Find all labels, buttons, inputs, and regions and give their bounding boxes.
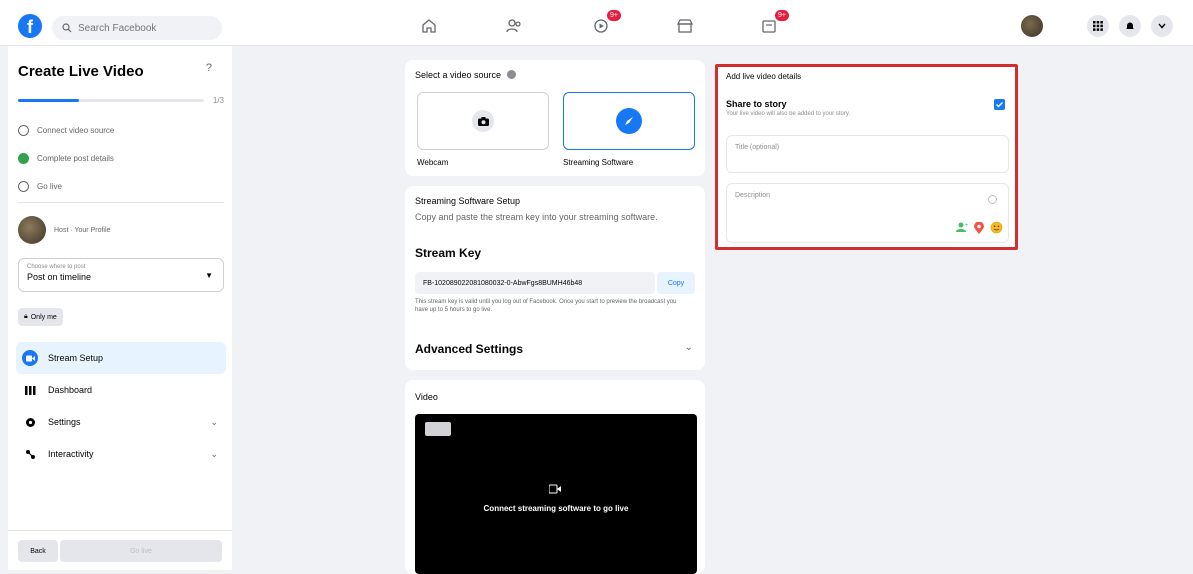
- webcam-option[interactable]: [417, 92, 549, 150]
- menu-label: Interactivity: [48, 449, 94, 459]
- lock-icon: 🔒︎: [24, 313, 28, 320]
- streaming-software-icon: [616, 108, 642, 134]
- video-preview-card: Video Connect streaming software to go l…: [405, 380, 705, 574]
- create-live-sidebar: Create Live Video ? 1/3 Connect video so…: [8, 46, 232, 570]
- stream-key-field[interactable]: FB-102089022081080032-0-AbwFgs8BUMH46b48: [415, 272, 655, 294]
- friends-icon[interactable]: [502, 14, 526, 38]
- setup-steps: Connect video source Complete post detai…: [18, 116, 114, 200]
- setup-progress-bar: [18, 99, 204, 102]
- video-source-card: Select a video source Webcam Streaming S…: [405, 60, 705, 176]
- video-title: Video: [415, 392, 438, 402]
- step-complete-post-details: Complete post details: [18, 144, 114, 172]
- sidebar-item-dashboard[interactable]: Dashboard: [16, 374, 226, 406]
- share-to-story-title: Share to story: [726, 99, 787, 109]
- sidebar-footer: Back Go live: [8, 530, 232, 570]
- streaming-setup-title: Streaming Software Setup: [415, 196, 521, 206]
- details-title: Add live video details: [726, 72, 802, 81]
- step-pending-circle-icon: [18, 180, 29, 192]
- divider: [18, 202, 224, 203]
- chevron-down-icon: ⌄: [210, 416, 218, 427]
- back-button[interactable]: Back: [18, 540, 58, 562]
- profile-name: Host · Your Profile: [54, 226, 111, 234]
- dashboard-bars-icon: [22, 382, 38, 398]
- camera-icon: [472, 110, 494, 132]
- webcam-label: Webcam: [417, 158, 449, 167]
- tag-people-icon[interactable]: +: [956, 222, 969, 236]
- search-icon: [62, 23, 72, 33]
- watch-icon[interactable]: 9+: [589, 10, 621, 38]
- sidebar-item-interactivity[interactable]: Interactivity ⌄: [16, 438, 226, 470]
- interactivity-icon: [22, 446, 38, 462]
- video-tag: [425, 422, 451, 436]
- search-box[interactable]: [52, 16, 222, 40]
- feeling-emoji-icon[interactable]: [990, 221, 1003, 237]
- step-go-live: Go live: [18, 172, 114, 200]
- description-actions: +: [956, 221, 1003, 237]
- setup-progress-fill: [18, 99, 80, 102]
- sidebar-menu: Stream Setup Dashboard Settings ⌄ Intera…: [16, 342, 226, 470]
- advanced-settings-toggle[interactable]: Advanced Settings: [415, 342, 523, 356]
- streaming-setup-description: Copy and paste the stream key into your …: [415, 212, 658, 222]
- select-label: Choose where to post: [27, 264, 86, 270]
- video-preview: Connect streaming software to go live: [415, 414, 697, 574]
- gear-icon: [22, 414, 38, 430]
- step-done-check-icon: [18, 152, 29, 164]
- video-source-title: Select a video source: [415, 70, 516, 80]
- streaming-setup-card: Streaming Software Setup Copy and paste …: [405, 186, 705, 370]
- notifications-bell-icon[interactable]: [1119, 15, 1141, 37]
- caret-down-icon: ▼: [205, 271, 213, 280]
- stream-key-note: This stream key is valid until you log o…: [415, 299, 677, 313]
- stream-key-title: Stream Key: [415, 246, 482, 260]
- menu-label: Stream Setup: [48, 353, 104, 363]
- pages-badge: 9+: [775, 10, 789, 21]
- progress-label: 1/3: [212, 96, 224, 105]
- step-label: Go live: [37, 181, 62, 191]
- profile-avatar[interactable]: [1021, 15, 1043, 37]
- connect-software-message: Connect streaming software to go live: [483, 504, 629, 513]
- step-label: Complete post details: [37, 153, 114, 163]
- video-camera-icon: [22, 350, 38, 366]
- page-title: Create Live Video: [18, 63, 144, 80]
- help-icon[interactable]: ?: [206, 62, 212, 74]
- sidebar-item-stream-setup[interactable]: Stream Setup: [16, 342, 226, 374]
- top-bar: f 9+ 9+: [0, 0, 1193, 46]
- title-input[interactable]: Title (optional): [726, 135, 1009, 173]
- chevron-down-icon[interactable]: ⌄: [685, 342, 693, 353]
- menu-grid-icon[interactable]: [1087, 15, 1109, 37]
- select-value: Post on timeline: [27, 272, 92, 282]
- home-icon[interactable]: [417, 14, 441, 38]
- profile-row: Host · Your Profile: [18, 216, 110, 244]
- share-to-story-checkbox[interactable]: [994, 99, 1005, 110]
- info-icon[interactable]: [506, 70, 516, 79]
- host-avatar: [18, 216, 46, 244]
- sidebar-item-settings[interactable]: Settings ⌄: [16, 406, 226, 438]
- post-destination-select[interactable]: Choose where to post Post on timeline ▼: [18, 258, 224, 292]
- video-camera-icon: [548, 484, 561, 497]
- go-live-button[interactable]: Go live: [60, 540, 222, 562]
- location-pin-icon[interactable]: [974, 221, 984, 237]
- step-connect-video-source: Connect video source: [18, 116, 114, 144]
- audience-label: Only me: [30, 313, 57, 321]
- search-input[interactable]: [78, 22, 208, 34]
- copy-button[interactable]: Copy: [657, 272, 695, 294]
- audience-button[interactable]: 🔒︎ Only me: [18, 308, 63, 326]
- step-pending-circle-icon: [18, 124, 29, 136]
- streaming-software-label: Streaming Software: [563, 158, 634, 167]
- menu-label: Dashboard: [48, 385, 93, 395]
- svg-text:+: +: [965, 223, 968, 229]
- emoji-icon[interactable]: [988, 195, 997, 204]
- account-chevron-down-icon[interactable]: [1151, 15, 1173, 37]
- chevron-down-icon: ⌄: [210, 448, 218, 459]
- pages-icon[interactable]: 9+: [757, 10, 789, 38]
- marketplace-icon[interactable]: [673, 14, 697, 38]
- live-video-details-panel: Add live video details Share to story Yo…: [715, 64, 1018, 250]
- step-label: Connect video source: [37, 125, 115, 135]
- streaming-software-option[interactable]: [563, 92, 695, 150]
- facebook-logo[interactable]: f: [18, 14, 42, 38]
- menu-label: Settings: [48, 417, 81, 427]
- share-to-story-subtitle: Your live video will also be added to yo…: [726, 111, 851, 117]
- card-title-text: Select a video source: [415, 70, 502, 80]
- watch-badge: 9+: [607, 10, 621, 21]
